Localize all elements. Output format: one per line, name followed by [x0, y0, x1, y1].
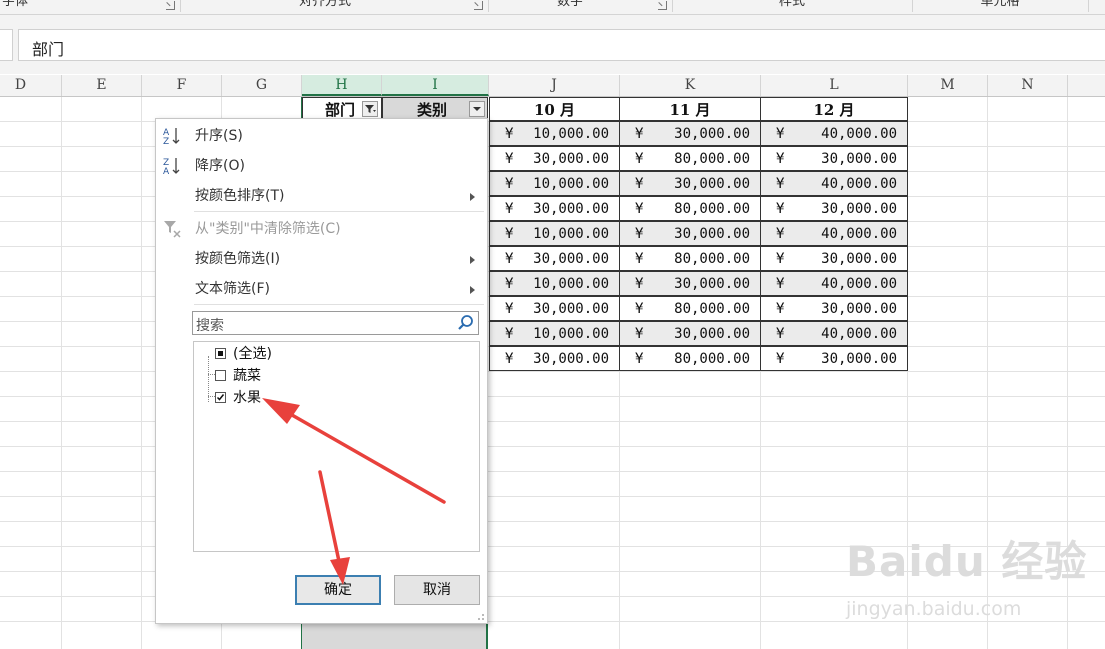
watermark-url: jingyan.baidu.com	[846, 598, 1022, 620]
baidu-watermark: Baidu 经验 jingyan.baidu.com	[846, 528, 1088, 620]
arrow-to-ok-icon	[318, 470, 350, 585]
watermark-brand: Baidu 经验	[846, 537, 1088, 586]
arrow-to-fruit-icon	[262, 398, 446, 504]
